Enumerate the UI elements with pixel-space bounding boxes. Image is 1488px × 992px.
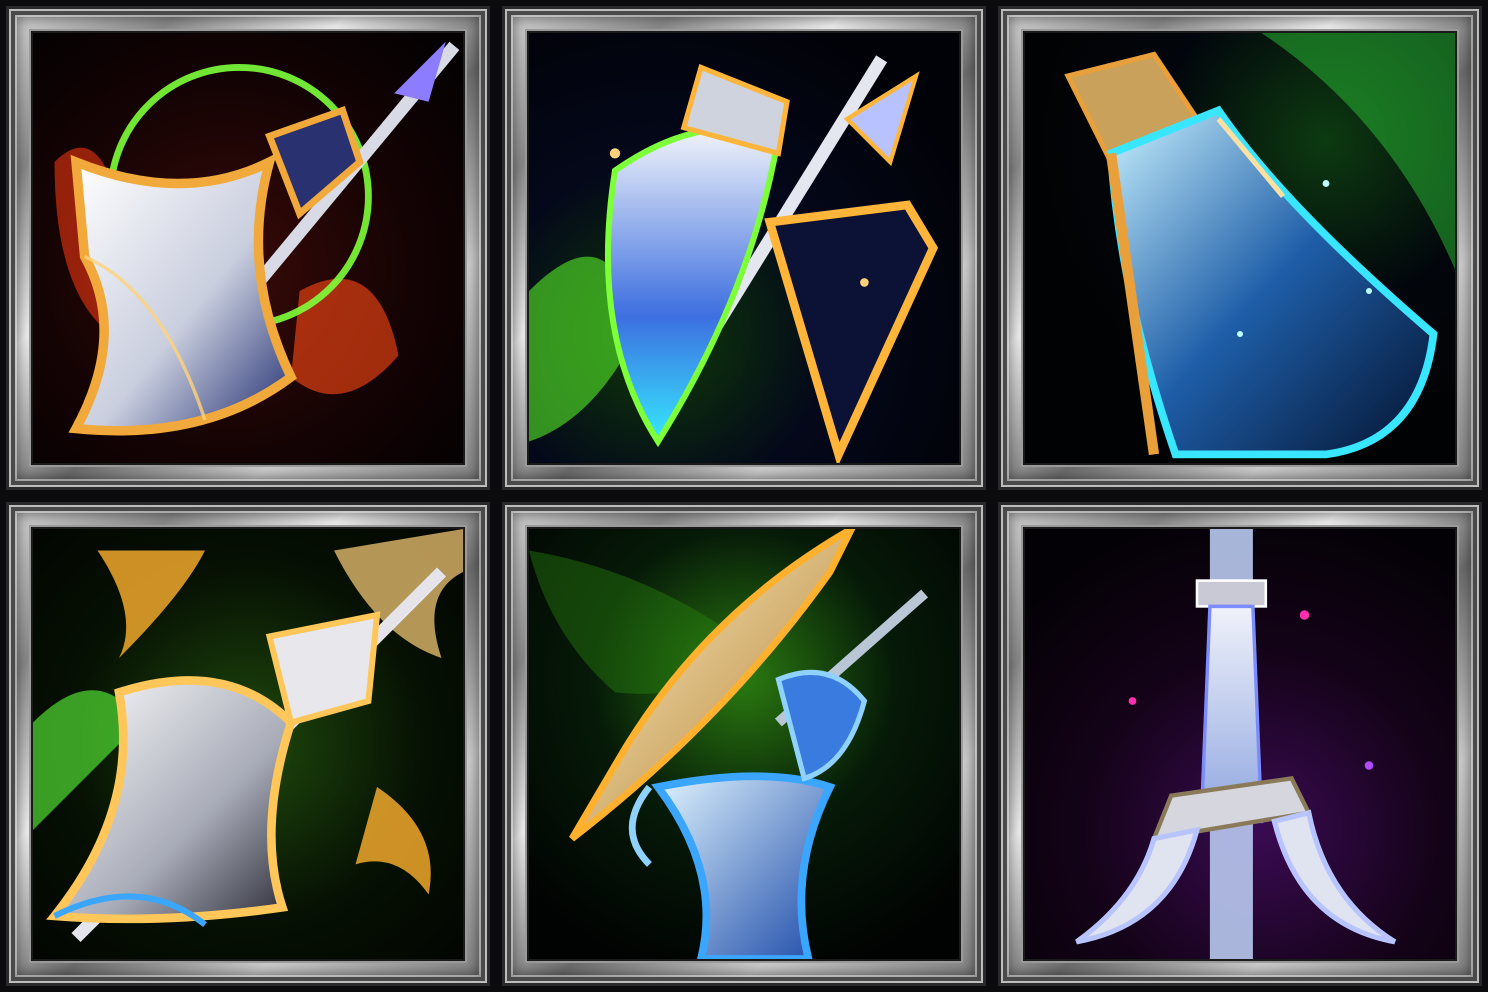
icon-slot-4[interactable] <box>6 502 490 986</box>
void-crossblade-icon <box>1025 529 1455 959</box>
icon-slot-2[interactable] <box>502 6 986 490</box>
icon-slot-1[interactable] <box>6 6 490 490</box>
icon-grid <box>0 0 1488 992</box>
frost-cleaver-icon <box>1025 33 1455 463</box>
twin-spirit-blades-icon <box>529 529 959 959</box>
icon-slot-5[interactable] <box>502 502 986 986</box>
flaming-halberd-icon <box>33 33 463 463</box>
icon-slot-3[interactable] <box>998 6 1482 490</box>
verdant-flame-axe-icon <box>33 529 463 959</box>
icon-slot-6[interactable] <box>998 502 1482 986</box>
emerald-glaive-icon <box>529 33 959 463</box>
